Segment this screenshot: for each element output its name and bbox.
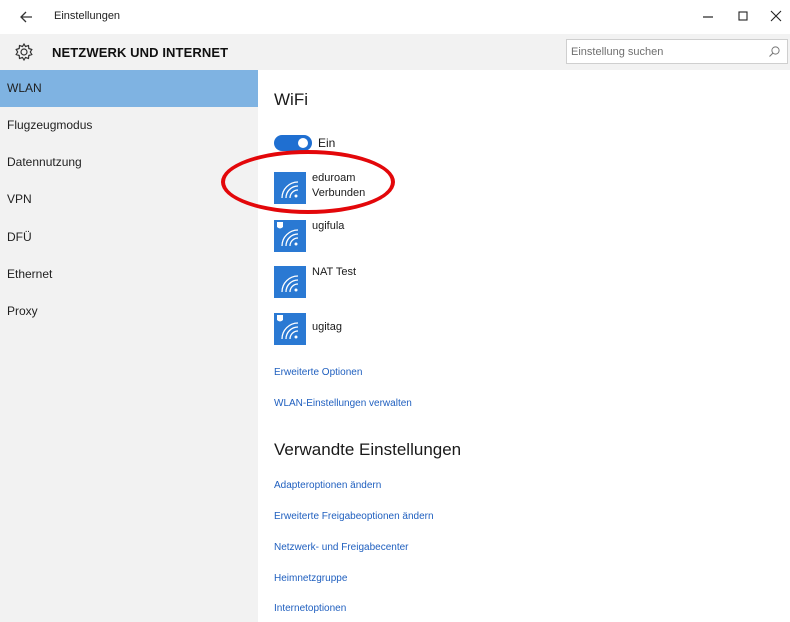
close-button[interactable]	[765, 5, 787, 27]
wifi-toggle[interactable]	[274, 135, 312, 151]
toggle-knob	[298, 138, 308, 148]
related-settings-heading: Verwandte Einstellungen	[274, 440, 462, 459]
internet-options-link[interactable]: Internetoptionen	[274, 603, 346, 614]
network-item-ugitag[interactable]: ugitag	[274, 313, 574, 347]
network-name: ugitag	[312, 321, 342, 333]
sidebar-item-dfue[interactable]: DFÜ	[0, 219, 258, 256]
search-input[interactable]	[567, 40, 757, 63]
network-name: NAT Test	[312, 266, 357, 278]
network-status: Verbunden	[312, 187, 366, 199]
sidebar-item-datennutzung[interactable]: Datennutzung	[0, 144, 258, 181]
network-name: ugifula	[312, 220, 345, 232]
settings-header: NETZWERK UND INTERNET	[0, 34, 790, 70]
sidebar-item-label: DFÜ	[7, 230, 32, 244]
advanced-sharing-link[interactable]: Erweiterte Freigabeoptionen ändern	[274, 511, 434, 522]
manage-wifi-settings-link[interactable]: WLAN-Einstellungen verwalten	[274, 398, 412, 409]
wifi-signal-icon	[274, 172, 306, 204]
sidebar-item-label: VPN	[7, 192, 32, 206]
homegroup-link[interactable]: Heimnetzgruppe	[274, 573, 347, 584]
page-title: NETZWERK UND INTERNET	[52, 45, 229, 60]
maximize-button[interactable]	[732, 5, 754, 27]
search-icon[interactable]	[768, 45, 781, 58]
adapter-options-link[interactable]: Adapteroptionen ändern	[274, 480, 381, 491]
wifi-toggle-label: Ein	[318, 136, 336, 150]
search-box[interactable]	[566, 39, 788, 64]
sidebar-item-proxy[interactable]: Proxy	[0, 293, 258, 330]
wifi-heading: WiFi	[274, 90, 308, 109]
network-item-eduroam[interactable]: eduroam Verbunden	[274, 172, 574, 206]
sidebar-item-vpn[interactable]: VPN	[0, 181, 258, 218]
advanced-options-link[interactable]: Erweiterte Optionen	[274, 367, 362, 378]
sidebar-item-ethernet[interactable]: Ethernet	[0, 256, 258, 293]
title-bar: Einstellungen	[0, 0, 790, 34]
secured-wifi-icon	[274, 220, 306, 252]
network-name: eduroam	[312, 172, 356, 184]
sidebar-item-label: Proxy	[7, 304, 38, 318]
back-arrow-icon[interactable]	[16, 9, 36, 25]
window-title: Einstellungen	[54, 10, 121, 22]
wifi-signal-icon	[274, 266, 306, 298]
sidebar-item-label: Datennutzung	[7, 155, 82, 169]
sidebar-item-label: Ethernet	[7, 267, 53, 281]
network-item-ugifula[interactable]: ugifula	[274, 220, 574, 254]
main-content: WiFi Ein eduroam Verbunden ugifula NAT T…	[258, 70, 790, 622]
sidebar: WLAN Flugzeugmodus Datennutzung VPN DFÜ …	[0, 70, 258, 622]
minimize-button[interactable]	[697, 5, 719, 27]
sidebar-item-label: Flugzeugmodus	[7, 118, 93, 132]
network-sharing-center-link[interactable]: Netzwerk- und Freigabecenter	[274, 542, 409, 553]
secured-wifi-icon	[274, 313, 306, 345]
sidebar-item-label: WLAN	[7, 81, 42, 95]
network-item-nat-test[interactable]: NAT Test	[274, 266, 574, 300]
sidebar-item-wlan[interactable]: WLAN	[0, 70, 258, 107]
sidebar-item-flugzeugmodus[interactable]: Flugzeugmodus	[0, 107, 258, 144]
gear-icon	[14, 42, 34, 62]
